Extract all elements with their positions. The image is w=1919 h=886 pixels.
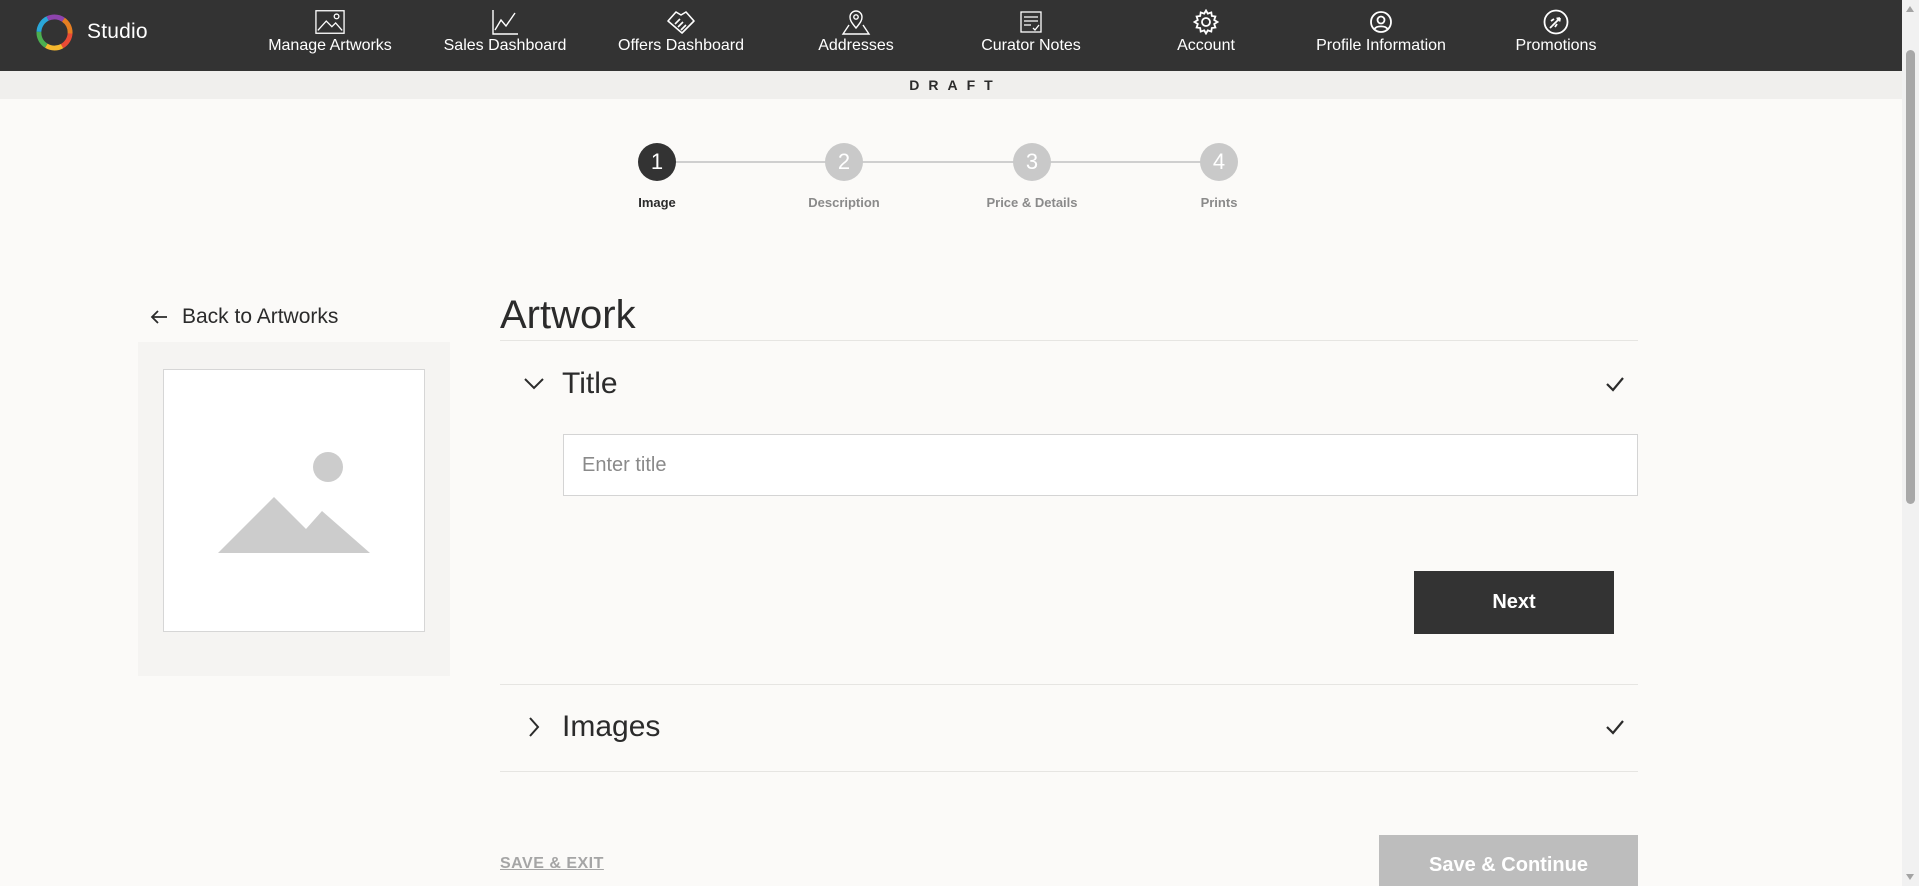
images-section-header[interactable]: Images: [500, 702, 1638, 752]
scrollbar-thumb[interactable]: [1906, 50, 1915, 504]
multicolor-ring-logo-icon: [36, 13, 73, 51]
nav-label: Account: [1177, 37, 1235, 54]
nav-manage-artworks[interactable]: Manage Artworks: [245, 8, 415, 58]
nav-profile-information[interactable]: Profile Information: [1296, 8, 1466, 58]
notes-icon: [1016, 8, 1046, 36]
draft-label: DRAFT: [909, 77, 1002, 93]
nav-sales-dashboard[interactable]: Sales Dashboard: [420, 8, 590, 58]
nav-offers-dashboard[interactable]: Offers Dashboard: [596, 8, 766, 58]
arrow-left-icon: [150, 310, 167, 324]
chevron-right-icon: [510, 712, 558, 742]
step-label: Image: [638, 195, 676, 210]
line-chart-icon: [490, 8, 520, 36]
chevron-down-icon: [510, 369, 558, 399]
nav-curator-notes[interactable]: Curator Notes: [946, 8, 1116, 58]
page-scrollbar[interactable]: [1902, 0, 1919, 886]
brand-label: Studio: [87, 20, 148, 43]
nav-label: Promotions: [1515, 37, 1597, 54]
image-icon: [315, 8, 345, 36]
step-number: 2: [825, 143, 863, 181]
divider: [500, 684, 1638, 685]
rocket-icon: [1541, 8, 1571, 36]
user-circle-icon: [1366, 8, 1396, 36]
scroll-down-arrow-icon[interactable]: [1906, 874, 1914, 880]
nav-promotions[interactable]: Promotions: [1471, 8, 1641, 58]
nav-label: Addresses: [818, 37, 894, 54]
section-title: Title: [562, 367, 618, 400]
handshake-icon: [666, 8, 696, 36]
artwork-preview-placeholder: [163, 369, 425, 632]
nav-label: Offers Dashboard: [618, 37, 744, 54]
save-and-exit-link[interactable]: SAVE & EXIT: [500, 855, 604, 873]
section-title: Images: [562, 710, 661, 743]
step-number: 4: [1200, 143, 1238, 181]
nav-label: Sales Dashboard: [443, 37, 567, 54]
save-and-continue-button[interactable]: Save & Continue: [1379, 835, 1638, 886]
step-price-details[interactable]: 3 Price & Details: [972, 143, 1092, 210]
title-section-header[interactable]: Title: [500, 359, 1638, 409]
step-label: Price & Details: [986, 195, 1078, 210]
divider: [500, 771, 1638, 772]
title-input[interactable]: [563, 434, 1638, 496]
gear-icon: [1191, 8, 1221, 36]
checkmark-icon: [1606, 720, 1624, 735]
page-title: Artwork: [500, 293, 636, 337]
back-link-label: Back to Artworks: [182, 305, 339, 328]
back-to-artworks-link[interactable]: Back to Artworks: [150, 305, 338, 329]
divider: [500, 340, 1638, 341]
nav-label: Manage Artworks: [268, 37, 392, 54]
step-description[interactable]: 2 Description: [784, 143, 904, 210]
step-label: Prints: [1200, 195, 1238, 210]
draft-status-bar: DRAFT: [0, 71, 1902, 99]
nav-addresses[interactable]: Addresses: [771, 8, 941, 58]
scroll-up-arrow-icon[interactable]: [1906, 6, 1914, 12]
nav-label: Curator Notes: [981, 37, 1081, 54]
step-number: 1: [638, 143, 676, 181]
brand-home-link[interactable]: Studio: [35, 12, 148, 52]
checkmark-icon: [1606, 377, 1624, 392]
nav-account[interactable]: Account: [1121, 8, 1291, 58]
image-placeholder-icon: [218, 451, 370, 553]
step-label: Description: [808, 195, 880, 210]
step-prints[interactable]: 4 Prints: [1159, 143, 1279, 210]
nav-label: Profile Information: [1316, 37, 1446, 54]
top-navigation-bar: Studio Manage Artworks Sales Dashboard O…: [0, 0, 1902, 71]
step-number: 3: [1013, 143, 1051, 181]
next-button[interactable]: Next: [1414, 571, 1614, 634]
map-pin-icon: [841, 8, 871, 36]
step-image[interactable]: 1 Image: [597, 143, 717, 210]
